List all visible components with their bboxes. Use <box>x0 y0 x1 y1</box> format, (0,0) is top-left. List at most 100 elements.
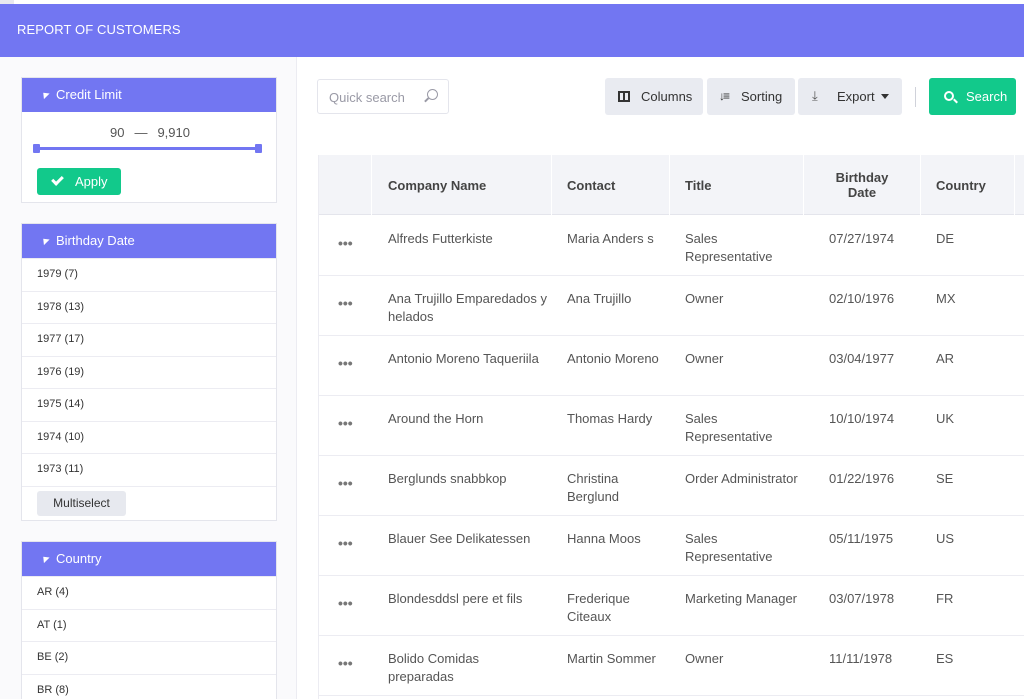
range-values: 90 — 9,910 <box>22 125 278 140</box>
list-item[interactable]: 1979 (7) <box>22 258 276 291</box>
quick-search-input[interactable]: Quick search <box>317 79 449 114</box>
cell-company: Blondesddsl pere et fils <box>388 591 523 606</box>
range-max: 9,910 <box>157 125 190 140</box>
cell-country: ES <box>936 651 954 666</box>
table-row[interactable]: ••• Ana Trujillo Emparedados y helados Ana… <box>319 276 1024 336</box>
row-actions-icon[interactable]: ••• <box>338 236 353 250</box>
sorting-button[interactable]: ↓≡ Sorting <box>707 78 795 115</box>
credit-limit-panel: Credit Limit 90 — 9,910 Apply <box>21 77 277 203</box>
export-label: Export <box>837 89 875 104</box>
table-row[interactable]: ••• Berglunds snabbkop Christina Berglund O… <box>319 456 1024 516</box>
row-actions-icon[interactable]: ••• <box>338 476 353 490</box>
columns-icon <box>618 91 630 102</box>
table-row[interactable]: ••• Around the Horn Thomas Hardy Sales Repr… <box>319 396 1024 456</box>
sorting-label: Sorting <box>741 89 783 104</box>
birthday-date-header[interactable]: Birthday Date <box>22 224 276 258</box>
column-header-country[interactable]: Country <box>921 155 1015 215</box>
table-row[interactable]: ••• Blondesddsl pere et fils Frederique Ci… <box>319 576 1024 636</box>
filter-sidebar: Credit Limit 90 — 9,910 Apply Birthday Dat… <box>0 57 297 699</box>
row-actions-icon[interactable]: ••• <box>338 536 353 550</box>
cell-title: Owner <box>685 291 724 306</box>
cell-title: Marketing Manager <box>685 591 797 606</box>
column-header-company[interactable]: Company Name <box>372 155 552 215</box>
collapse-caret-icon <box>40 235 50 246</box>
list-item[interactable]: AR (4) <box>22 576 276 609</box>
cell-title: Sales Representative <box>685 231 773 264</box>
cell-title: Sales Representative <box>685 411 773 444</box>
table-header: Company Name Contact Title Birthday Date… <box>319 155 1024 215</box>
table-row[interactable]: ••• Blauer See Delikatessen Hanna Moos Sale… <box>319 516 1024 576</box>
row-actions-icon[interactable]: ••• <box>338 596 353 610</box>
cell-country: DE <box>936 231 955 246</box>
row-actions-icon[interactable]: ••• <box>338 296 353 310</box>
customers-table: Company Name Contact Title Birthday Date… <box>318 155 1024 699</box>
list-item[interactable]: 1975 (14) <box>22 388 276 421</box>
cell-company: Antonio Moreno Taqueriila <box>388 351 539 366</box>
export-button[interactable]: ⤓ Export <box>798 78 902 115</box>
birthday-date-panel: Birthday Date 1979 (7) 1978 (13) 1977 (1… <box>21 223 277 521</box>
multiselect-button[interactable]: Multiselect <box>37 490 126 516</box>
range-max-handle[interactable] <box>255 144 262 153</box>
list-item[interactable]: AT (1) <box>22 608 276 642</box>
credit-limit-title: Credit Limit <box>56 87 122 102</box>
cell-birthday: 11/11/1978 <box>829 651 893 666</box>
table-row[interactable]: ••• Antonio Moreno Taqueriila Antonio More… <box>319 336 1024 396</box>
actions-column-header <box>319 155 372 215</box>
check-icon <box>51 173 64 186</box>
cell-company: Blauer See Delikatessen <box>388 531 531 546</box>
range-min: 90 <box>109 125 125 140</box>
row-actions-icon[interactable]: ••• <box>338 416 353 430</box>
cell-title: Order Administrator <box>685 471 798 486</box>
list-item[interactable]: BE (2) <box>22 641 276 674</box>
country-panel: Country AR (4) AT (1) BE (2) BR (8) <box>21 541 277 699</box>
multiselect-row: Multiselect <box>22 485 276 521</box>
cell-contact: Maria Anders s <box>567 231 654 246</box>
column-header-title[interactable]: Title <box>670 155 804 215</box>
cell-country: US <box>936 531 955 546</box>
cell-birthday: 07/27/1974 <box>829 231 895 246</box>
range-min-handle[interactable] <box>33 144 40 153</box>
cell-contact: Ana Trujillo <box>567 291 632 306</box>
cell-country: MX <box>936 291 956 306</box>
cell-birthday: 01/22/1976 <box>829 471 895 486</box>
apply-label: Apply <box>75 174 108 189</box>
cell-company: Berglunds snabbkop <box>388 471 507 486</box>
cell-birthday: 02/10/1976 <box>829 291 895 306</box>
credit-limit-header[interactable]: Credit Limit <box>22 78 276 112</box>
cell-contact: Christina Berglund <box>567 471 620 504</box>
cell-country: UK <box>936 411 955 426</box>
cell-birthday: 05/11/1975 <box>829 531 894 546</box>
chevron-down-icon <box>881 94 889 99</box>
list-item[interactable]: 1977 (17) <box>22 323 276 356</box>
birthday-date-title: Birthday Date <box>56 233 135 248</box>
list-item[interactable]: 1974 (10) <box>22 420 276 454</box>
list-item[interactable]: 1976 (19) <box>22 355 276 389</box>
table-row[interactable]: ••• Bolido Comidas preparadas Martin Somme… <box>319 636 1024 696</box>
cell-country: FR <box>936 591 954 606</box>
column-header-contact[interactable]: Contact <box>552 155 670 215</box>
cell-company: Alfreds Futterkiste <box>388 231 493 246</box>
row-actions-icon[interactable]: ••• <box>338 656 353 670</box>
cell-title: Sales Representative <box>685 531 773 564</box>
apply-button[interactable]: Apply <box>37 168 121 195</box>
cell-contact: Thomas Hardy <box>567 411 653 426</box>
row-actions-icon[interactable]: ••• <box>338 356 353 370</box>
range-slider-track[interactable] <box>36 147 260 150</box>
cell-company: Ana Trujillo Emparedados y helados <box>388 291 547 324</box>
collapse-caret-icon <box>40 89 50 100</box>
cell-birthday: 03/04/1977 <box>829 351 895 366</box>
columns-button[interactable]: Columns <box>605 78 703 115</box>
app-header: REPORT OF CUSTOMERS <box>0 4 1024 57</box>
list-item[interactable]: 1973 (11) <box>22 453 276 486</box>
search-icon <box>427 89 438 100</box>
cell-country: SE <box>936 471 954 486</box>
table-row[interactable]: ••• Alfreds Futterkiste Maria Anders s Sale… <box>319 216 1024 276</box>
column-header-birthday[interactable]: Birthday Date <box>804 155 921 215</box>
search-label: Search <box>966 89 1008 104</box>
collapse-caret-icon <box>40 553 50 564</box>
list-item[interactable]: 1978 (13) <box>22 290 276 324</box>
country-header[interactable]: Country <box>22 542 276 576</box>
list-item[interactable]: BR (8) <box>22 673 276 699</box>
search-button[interactable]: Search <box>929 78 1016 115</box>
cell-birthday: 03/07/1978 <box>829 591 895 606</box>
